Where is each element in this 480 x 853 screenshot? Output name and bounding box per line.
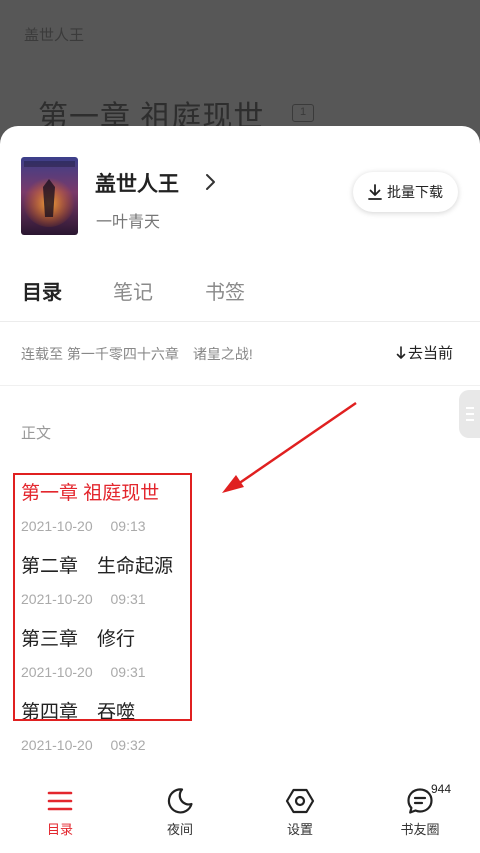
moon-icon [167, 788, 193, 814]
chapter-time: 2021-10-20 09:32 [21, 737, 146, 753]
annotation-highlight-box [13, 473, 192, 721]
goto-current-button[interactable]: 去当前 [396, 342, 453, 363]
batch-download-label: 批量下载 [387, 184, 443, 200]
serial-status-row: 连载至 第一千零四十六章 诸皇之战! 去当前 [0, 322, 480, 386]
arrow-down-icon [396, 345, 406, 359]
tab-notes[interactable]: 笔记 [113, 276, 153, 305]
serial-status-text: 连载至 第一千零四十六章 诸皇之战! [21, 346, 253, 362]
settings-hexagon-icon [285, 788, 315, 814]
nav-night-label: 夜间 [166, 822, 193, 837]
menu-icon [47, 791, 73, 811]
batch-download-button[interactable]: 批量下载 [353, 172, 458, 212]
nav-catalog[interactable]: 目录 [20, 786, 100, 838]
book-cover[interactable] [21, 157, 78, 235]
scroll-handle[interactable] [459, 390, 480, 438]
book-title[interactable]: 盖世人王 [95, 168, 179, 198]
book-header: 盖世人王 一叶青天 批量下载 [0, 126, 480, 254]
download-icon [368, 184, 382, 200]
goto-current-label: 去当前 [408, 345, 454, 362]
nav-night-mode[interactable]: 夜间 [140, 786, 220, 838]
tab-catalog[interactable]: 目录 [22, 276, 62, 305]
bottom-nav: 目录 夜间 设置 书友圈 [0, 770, 480, 853]
reader-chapter-badge: 1 [292, 104, 314, 122]
chevron-right-icon[interactable] [205, 172, 217, 192]
nav-settings[interactable]: 设置 [260, 786, 340, 838]
community-count-badge: 944 [431, 782, 452, 796]
nav-settings-label: 设置 [286, 822, 313, 837]
section-label: 正文 [21, 425, 52, 442]
nav-community-label: 书友圈 [400, 822, 440, 837]
catalog-sheet: 盖世人王 一叶青天 批量下载 目录 笔记 书签 连载至 第一千零四十六章 诸皇之… [0, 126, 480, 853]
catalog-tabs: 目录 笔记 书签 [0, 254, 480, 322]
reader-book-title: 盖世人王 [24, 27, 85, 44]
book-author: 一叶青天 [96, 214, 161, 231]
nav-catalog-label: 目录 [46, 822, 73, 837]
tab-bookmarks[interactable]: 书签 [205, 276, 245, 305]
